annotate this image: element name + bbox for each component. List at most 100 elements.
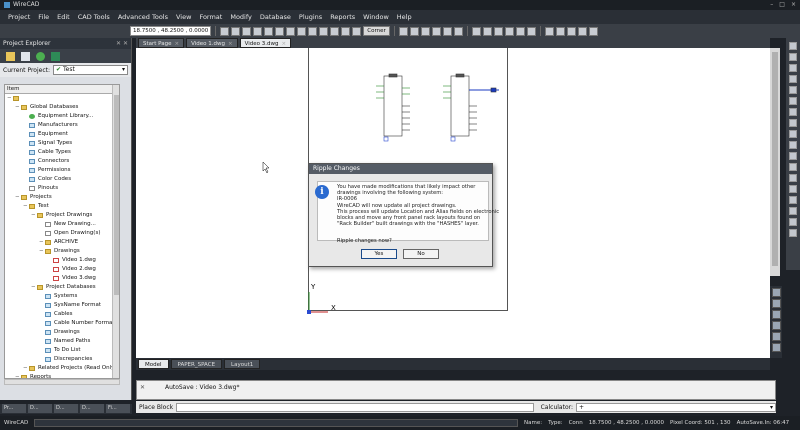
tree-item[interactable]: − Drawings <box>5 247 119 256</box>
text-tool-icon[interactable] <box>286 26 296 36</box>
tab-model[interactable]: Model <box>138 359 169 369</box>
zoom-in-icon[interactable] <box>398 26 408 36</box>
close-icon[interactable]: × <box>175 41 180 47</box>
view-orbit-icon[interactable] <box>771 332 781 341</box>
menu-plugins[interactable]: Plugins <box>295 13 326 21</box>
ortho-tool-icon[interactable] <box>341 26 351 36</box>
redraw-icon[interactable] <box>453 26 463 36</box>
tree-item[interactable]: Discrepancies <box>5 355 119 364</box>
menu-reports[interactable]: Reports <box>326 13 359 21</box>
group-icon[interactable] <box>526 26 536 36</box>
properties-icon[interactable] <box>21 51 30 61</box>
tab-panel-5[interactable]: Fi... <box>106 404 130 413</box>
tree-hscrollbar[interactable] <box>4 379 120 385</box>
maximize-button[interactable]: □ <box>779 0 785 10</box>
view-iso-icon[interactable] <box>771 321 781 330</box>
tab-project-explorer[interactable]: Pr... <box>2 404 26 413</box>
draw-text-icon[interactable] <box>789 119 797 127</box>
corner-select[interactable]: Corner <box>363 26 390 36</box>
explode-icon[interactable] <box>515 26 525 36</box>
scroll-thumb[interactable] <box>114 95 119 295</box>
scroll-thumb[interactable] <box>772 52 778 266</box>
equipment-block-right[interactable] <box>443 73 499 142</box>
snap-tool-icon[interactable] <box>330 26 340 36</box>
match-icon[interactable] <box>493 26 503 36</box>
draw-ellipse-icon[interactable] <box>789 97 797 105</box>
tree-item[interactable]: Connectors <box>5 157 119 166</box>
tree-item[interactable]: Signal Types <box>5 139 119 148</box>
tree-item[interactable]: SysName Format <box>5 301 119 310</box>
menu-project[interactable]: Project <box>4 13 34 21</box>
menu-modify[interactable]: Modify <box>226 13 256 21</box>
sync-icon[interactable] <box>51 51 60 61</box>
draw-line-icon[interactable] <box>789 42 797 50</box>
draw-boundary-icon[interactable] <box>789 229 797 237</box>
yes-button[interactable]: Yes <box>361 249 397 259</box>
draw-rectangle-icon[interactable] <box>789 64 797 72</box>
line-tool-icon[interactable] <box>231 26 241 36</box>
tree-item[interactable]: − <box>5 94 119 103</box>
close-button[interactable]: × <box>791 0 796 10</box>
pointer-tool-icon[interactable] <box>220 26 230 36</box>
menu-window[interactable]: Window <box>359 13 393 21</box>
coords-input[interactable]: 18.7500 , 48.2500 , 0.0000 <box>130 26 212 36</box>
tree-item[interactable]: Cable Number Format <box>5 319 119 328</box>
tree-item[interactable]: Drawings <box>5 328 119 337</box>
pan-icon[interactable] <box>442 26 452 36</box>
rectangle-tool-icon[interactable] <box>253 26 263 36</box>
menu-database[interactable]: Database <box>256 13 295 21</box>
draw-circle-icon[interactable] <box>789 75 797 83</box>
tree-item[interactable]: New Drawing... <box>5 220 119 229</box>
tree-item[interactable]: To Do List <box>5 346 119 355</box>
tree-item[interactable]: − Project Databases <box>5 283 119 292</box>
refresh-icon[interactable] <box>36 51 45 61</box>
tree-item[interactable]: − Projects <box>5 193 119 202</box>
tree-item[interactable]: Equipment <box>5 130 119 139</box>
no-button[interactable]: No <box>403 249 439 259</box>
menu-edit[interactable]: Edit <box>53 13 74 21</box>
cut-icon[interactable] <box>566 26 576 36</box>
tree-item[interactable]: Open Drawing(s) <box>5 229 119 238</box>
arc-tool-icon[interactable] <box>275 26 285 36</box>
tree-item[interactable]: Systems <box>5 292 119 301</box>
tab-layout1[interactable]: Layout1 <box>224 359 261 369</box>
tree-item[interactable]: − Test <box>5 202 119 211</box>
tab-video-1[interactable]: Video 1.dwg × <box>186 38 238 48</box>
tab-paper-space[interactable]: PAPER_SPACE <box>170 359 223 369</box>
properties-icon[interactable] <box>482 26 492 36</box>
polyline-tool-icon[interactable] <box>242 26 252 36</box>
copy-icon[interactable] <box>577 26 587 36</box>
tree-item[interactable]: Pinouts <box>5 184 119 193</box>
tree-item[interactable]: Video 2.dwg <box>5 265 119 274</box>
tab-start-page[interactable]: Start Page × <box>138 38 185 48</box>
tree-item[interactable]: Named Paths <box>5 337 119 346</box>
menu-file[interactable]: File <box>34 13 53 21</box>
circle-tool-icon[interactable] <box>264 26 274 36</box>
tree-item[interactable]: − Project Drawings <box>5 211 119 220</box>
minimize-button[interactable]: – <box>770 0 773 10</box>
tree-item[interactable]: Cables <box>5 310 119 319</box>
draw-wipeout-icon[interactable] <box>789 207 797 215</box>
draw-image-icon[interactable] <box>789 196 797 204</box>
current-project-select[interactable]: ✔ Test ▾ <box>53 65 128 75</box>
tree-item[interactable]: Equipment Library... <box>5 112 119 121</box>
tree-item[interactable]: Manufacturers <box>5 121 119 130</box>
draw-table-icon[interactable] <box>789 185 797 193</box>
tree-vscrollbar[interactable] <box>112 85 119 378</box>
menu-cad-tools[interactable]: CAD Tools <box>74 13 114 21</box>
view-side-icon[interactable] <box>771 310 781 319</box>
draw-region-icon[interactable] <box>789 218 797 226</box>
tree-item[interactable]: Color Codes <box>5 175 119 184</box>
tree-item[interactable]: Video 3.dwg <box>5 274 119 283</box>
chevron-down-icon[interactable]: ▾ <box>770 404 773 411</box>
draw-block-icon[interactable] <box>789 163 797 171</box>
tree-item[interactable]: Video 1.dwg <box>5 256 119 265</box>
draw-arc-icon[interactable] <box>789 86 797 94</box>
tree-item[interactable]: − ARCHIVE <box>5 238 119 247</box>
view-top-icon[interactable] <box>771 288 781 297</box>
calculator-input[interactable]: + ▾ <box>576 402 776 412</box>
canvas-vscrollbar[interactable] <box>770 48 780 276</box>
menu-view[interactable]: View <box>172 13 195 21</box>
draw-hatch-icon[interactable] <box>789 130 797 138</box>
open-project-icon[interactable] <box>6 51 15 61</box>
